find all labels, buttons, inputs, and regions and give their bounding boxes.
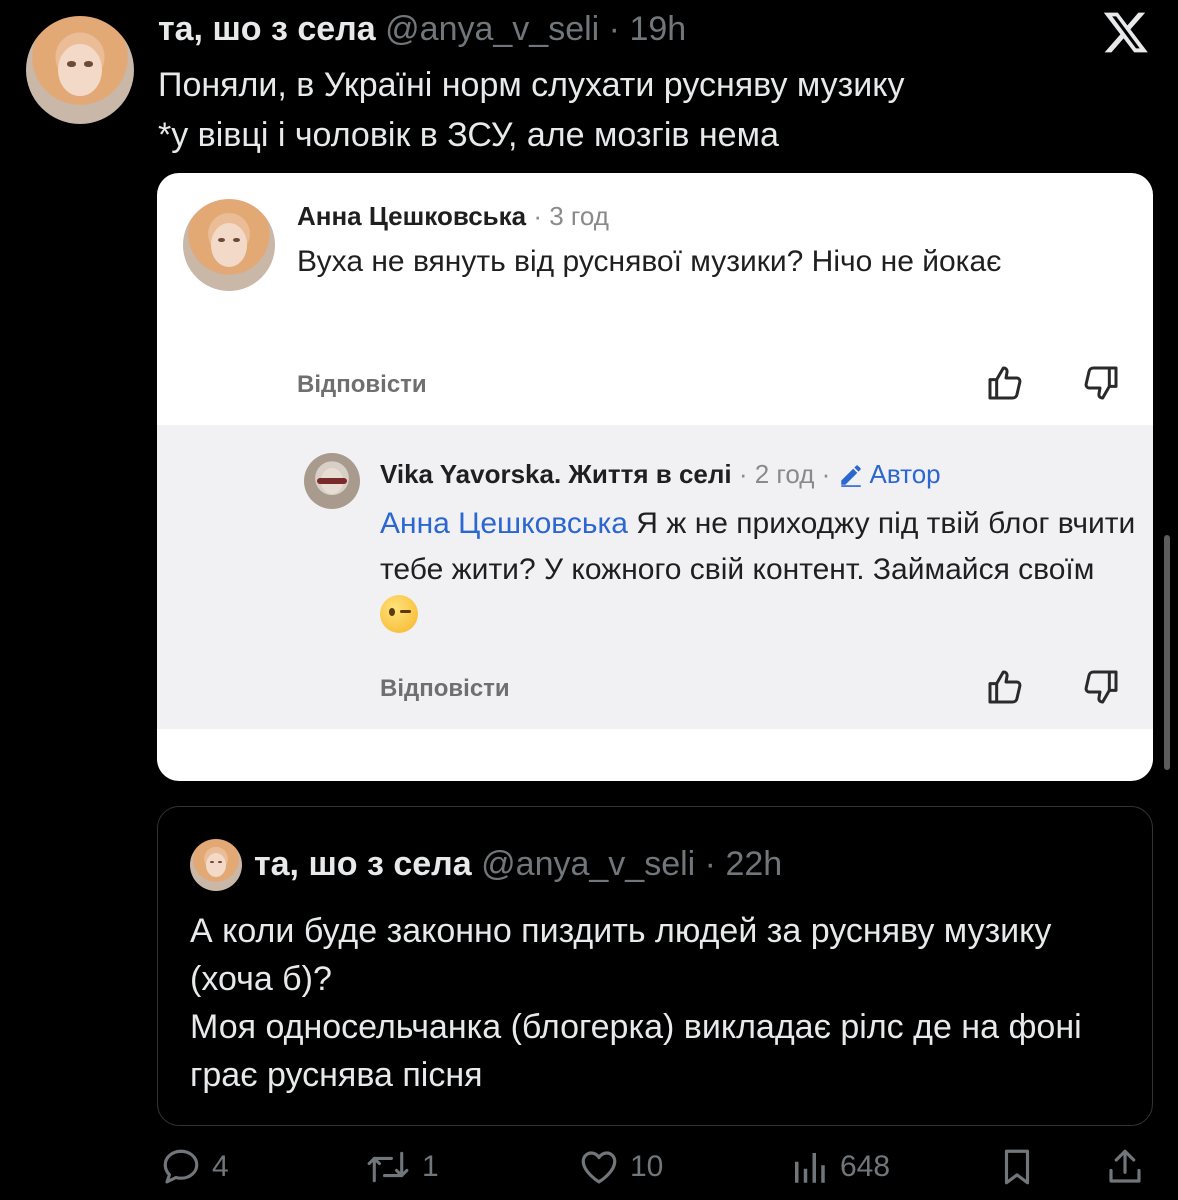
share-button[interactable]	[1104, 1146, 1146, 1188]
post-text: Поняли, в Україні норм слухати русняву м…	[158, 66, 905, 154]
x-logo-icon	[1103, 12, 1148, 53]
reply-button[interactable]: 4	[160, 1146, 229, 1188]
quoted-post-time: 22h	[725, 845, 783, 883]
repost-icon	[367, 1151, 409, 1183]
quoted-separator: ·	[695, 845, 726, 883]
heart-icon	[581, 1151, 617, 1184]
scrollbar[interactable]	[1164, 535, 1170, 770]
bookmark-button[interactable]	[996, 1146, 1038, 1188]
pencil-icon	[840, 465, 861, 487]
reply-count: 4	[212, 1150, 229, 1183]
post-actions: 4 1 10 648	[0, 1140, 1178, 1200]
reply-author-name: Vika Yavorska. Життя в селі	[380, 459, 732, 489]
like-button[interactable]: 10	[578, 1146, 663, 1188]
reply-text: Анна Цешковська Я ж не приходжу під твій…	[380, 501, 1140, 639]
thumbs-down-icon	[1084, 366, 1118, 400]
share-icon	[1109, 1149, 1141, 1183]
quoted-post[interactable]: та, шо з села @anya_v_seli · 22h А коли …	[157, 806, 1153, 1126]
author-handle[interactable]: @anya_v_seli	[385, 10, 599, 48]
thumbs-up-icon	[988, 366, 1022, 400]
thumbs-down-icon	[1084, 670, 1118, 704]
author-name[interactable]: та, шо з села	[158, 10, 376, 48]
view-count: 648	[840, 1150, 891, 1183]
author-badge: Автор	[869, 459, 941, 489]
bar-chart-icon	[795, 1153, 825, 1183]
post-time: 19h	[629, 10, 687, 48]
comment-reply-link: Відповісти	[297, 371, 427, 398]
comment-author: Анна Цешковська · 3 год	[297, 201, 609, 232]
author-avatar[interactable]	[26, 16, 134, 124]
reply-thread: Vika Yavorska. Життя в селі · 2 год · Ав…	[157, 425, 1153, 729]
reply-author: Vika Yavorska. Життя в селі · 2 год · Ав…	[380, 459, 941, 490]
comment-text: Вуха не вянуть від руснявої музики? Нічо…	[297, 245, 1002, 278]
comment-time: · 3 год	[526, 201, 609, 231]
quoted-post-text: А коли буде законно пиздить людей за рус…	[190, 912, 1082, 1094]
views-button[interactable]: 648	[788, 1146, 890, 1188]
repost-button[interactable]: 1	[364, 1146, 439, 1188]
repost-count: 1	[422, 1150, 439, 1183]
author-header: та, шо з села @anya_v_seli · 19h	[158, 10, 686, 49]
like-count: 10	[630, 1150, 664, 1183]
reply-time: · 2 год ·	[731, 459, 838, 489]
reply-reply-link: Відповісти	[380, 675, 510, 702]
quoted-author-handle: @anya_v_seli	[481, 845, 696, 883]
quoted-author-name: та, шо з села	[254, 845, 472, 883]
header-separator: ·	[599, 10, 630, 48]
reply-author-avatar	[304, 453, 360, 509]
embedded-comments-screenshot: Анна Цешковська · 3 год Вуха не вянуть в…	[157, 173, 1153, 781]
winking-face-emoji-icon	[380, 595, 418, 633]
comment-author-name: Анна Цешковська	[297, 201, 527, 231]
reply-mention: Анна Цешковська	[380, 507, 628, 540]
speech-bubble-icon	[163, 1149, 199, 1184]
quoted-author-avatar	[190, 839, 242, 891]
commenter-avatar	[183, 199, 275, 291]
bookmark-icon	[1004, 1149, 1030, 1185]
thumbs-up-icon	[988, 670, 1022, 704]
quoted-author-header: та, шо з села @anya_v_seli · 22h	[254, 845, 782, 884]
